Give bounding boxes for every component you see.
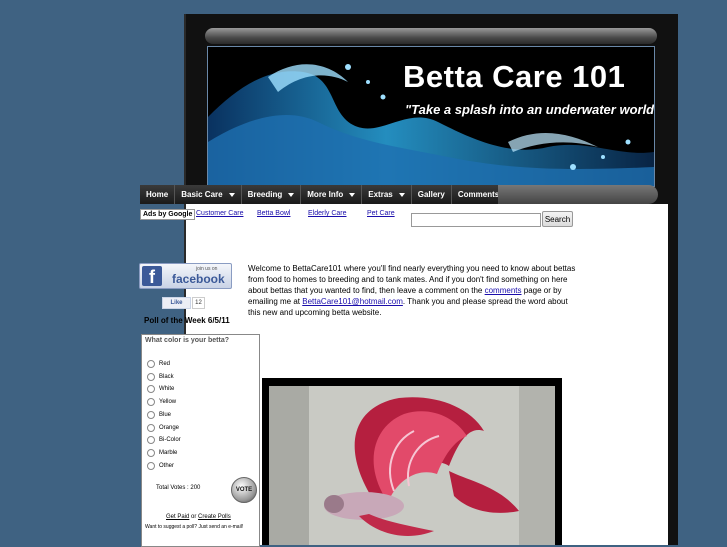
- facebook-join-badge[interactable]: f join us on facebook: [139, 263, 232, 289]
- nav-item-label: Gallery: [417, 190, 445, 199]
- nav-item-label: Comments: [457, 190, 500, 199]
- caret-down-icon: [349, 192, 356, 197]
- facebook-wordmark: facebook: [172, 272, 225, 286]
- poll-widget: What color is your betta? Red Black White Y…: [141, 334, 260, 547]
- ad-link-customer-care[interactable]: Customer Care: [196, 210, 243, 217]
- site-title: Betta Care 101: [403, 59, 626, 94]
- poll-option[interactable]: Other: [147, 461, 175, 470]
- nav-bar-end: [498, 185, 658, 204]
- nav-item-more-info[interactable]: More Info: [301, 185, 363, 204]
- facebook-like-button[interactable]: Like: [162, 297, 191, 309]
- betta-photo-frame: [262, 378, 562, 545]
- poll-option-label: White: [159, 386, 175, 393]
- poll-option-label: Bi-Color: [159, 437, 181, 444]
- betta-fish-image: [269, 386, 555, 545]
- poll-total-votes: Total Votes : 200: [156, 485, 201, 491]
- caret-down-icon: [228, 192, 235, 197]
- poll-option[interactable]: Orange: [147, 423, 180, 432]
- comments-page-link[interactable]: comments: [485, 286, 522, 295]
- poll-option-label: Blue: [159, 411, 172, 418]
- radio-button-icon[interactable]: [147, 436, 155, 445]
- intro-paragraph: Welcome to BettaCare101 where you'll fin…: [248, 263, 580, 318]
- nav-item-label: Basic Care: [181, 190, 223, 199]
- poll-option[interactable]: Blue: [147, 410, 172, 419]
- poll-option[interactable]: White: [147, 385, 175, 394]
- search-button[interactable]: Search: [542, 211, 573, 227]
- vote-button[interactable]: VOTE: [231, 477, 257, 503]
- header-top-bar: [205, 28, 657, 44]
- radio-button-icon[interactable]: [147, 448, 155, 457]
- email-link[interactable]: BettaCare101@hotmail.com: [302, 297, 403, 306]
- site-tagline: "Take a splash into an underwater world": [405, 102, 655, 117]
- nav-item-home[interactable]: Home: [140, 185, 176, 204]
- ad-link-elderly-care[interactable]: Elderly Care: [308, 210, 347, 217]
- nav-item-label: Extras: [368, 190, 393, 199]
- poll-option-label: Orange: [159, 424, 180, 431]
- poll-question: What color is your betta?: [145, 337, 230, 344]
- radio-button-icon[interactable]: [147, 423, 155, 432]
- poll-links: Get Paid or Create Polls: [166, 514, 231, 520]
- site-banner: Betta Care 101 "Take a splash into an un…: [207, 46, 655, 187]
- search-input[interactable]: [411, 213, 541, 227]
- main-nav: Home Basic Care Breeding More Info Extras Gal…: [140, 185, 559, 204]
- nav-item-label: Breeding: [247, 190, 283, 199]
- nav-item-label: More Info: [307, 190, 344, 199]
- poll-option[interactable]: Black: [147, 372, 174, 381]
- ad-link-betta-bowl[interactable]: Betta Bowl: [257, 210, 290, 217]
- poll-option-label: Black: [159, 373, 174, 380]
- ad-link-pet-care[interactable]: Pet Care: [367, 210, 395, 217]
- radio-button-icon[interactable]: [147, 461, 155, 470]
- radio-button-icon[interactable]: [147, 385, 155, 394]
- nav-item-basic-care[interactable]: Basic Care: [175, 185, 242, 204]
- radio-button-icon[interactable]: [147, 372, 155, 381]
- ads-by-google-label[interactable]: Ads by Google: [140, 209, 196, 220]
- nav-item-label: Home: [146, 190, 169, 199]
- poll-option[interactable]: Yellow: [147, 398, 177, 407]
- poll-option[interactable]: Marble: [147, 448, 178, 457]
- facebook-like-count: 12: [192, 297, 205, 309]
- nav-item-gallery[interactable]: Gallery: [411, 185, 452, 204]
- ads-strip: Ads by Google: [140, 209, 196, 220]
- poll-links-or: or: [191, 514, 197, 520]
- poll-option-label: Other: [159, 462, 175, 469]
- betta-photo: [269, 386, 555, 545]
- nav-item-extras[interactable]: Extras: [362, 185, 412, 204]
- poll-option-label: Yellow: [159, 399, 177, 406]
- radio-button-icon[interactable]: [147, 360, 155, 368]
- get-paid-link[interactable]: Get Paid: [166, 514, 189, 520]
- caret-down-icon: [398, 192, 405, 197]
- nav-item-breeding[interactable]: Breeding: [241, 185, 302, 204]
- radio-button-icon[interactable]: [147, 410, 155, 419]
- caret-down-icon: [288, 192, 295, 197]
- poll-suggest-text: Want to suggest a poll? Just send an e-m…: [145, 524, 244, 530]
- facebook-icon: f: [142, 266, 162, 287]
- poll-option-label: Marble: [159, 449, 178, 456]
- poll-option[interactable]: Bi-Color: [147, 436, 181, 445]
- poll-option-label: Red: [159, 361, 171, 367]
- create-polls-link[interactable]: Create Polls: [198, 514, 231, 520]
- radio-button-icon[interactable]: [147, 398, 155, 407]
- poll-heading: Poll of the Week 6/5/11: [144, 316, 230, 325]
- poll-option[interactable]: Red: [147, 360, 170, 368]
